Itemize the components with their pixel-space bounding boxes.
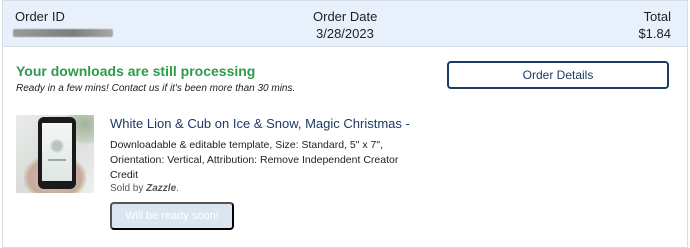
order-card: Order ID Order Date 3/28/2023 Total $1.8… — [2, 0, 688, 248]
processing-title: Your downloads are still processing — [16, 63, 256, 79]
ready-soon-button: Will be ready soon! — [110, 202, 234, 230]
order-date-value: 3/28/2023 — [316, 26, 374, 41]
total-label: Total — [643, 9, 671, 24]
total-value: $1.84 — [638, 26, 671, 41]
thumbnail-phone-screen — [42, 123, 72, 181]
order-id-redacted — [13, 29, 113, 37]
product-thumbnail[interactable] — [16, 115, 94, 193]
processing-subtitle: Ready in a few mins! Contact us if it's … — [16, 83, 296, 94]
order-date-label: Order Date — [313, 9, 378, 24]
order-id-label: Order ID — [15, 9, 65, 24]
product-title-link[interactable]: White Lion & Cub on Ice & Snow, Magic Ch… — [110, 116, 410, 131]
sold-by: Sold by Zazzle. — [110, 183, 179, 194]
seller-name: Zazzle — [146, 183, 177, 194]
thumbnail-card-text — [48, 159, 66, 161]
sold-by-prefix: Sold by — [110, 183, 147, 194]
order-header: Order ID Order Date 3/28/2023 Total $1.8… — [3, 1, 687, 47]
sold-by-suffix: . — [176, 183, 179, 194]
order-details-button[interactable]: Order Details — [447, 61, 669, 89]
thumbnail-phone — [38, 117, 76, 189]
product-description: Downloadable & editable template, Size: … — [110, 139, 399, 181]
thumbnail-card-art — [49, 139, 65, 153]
